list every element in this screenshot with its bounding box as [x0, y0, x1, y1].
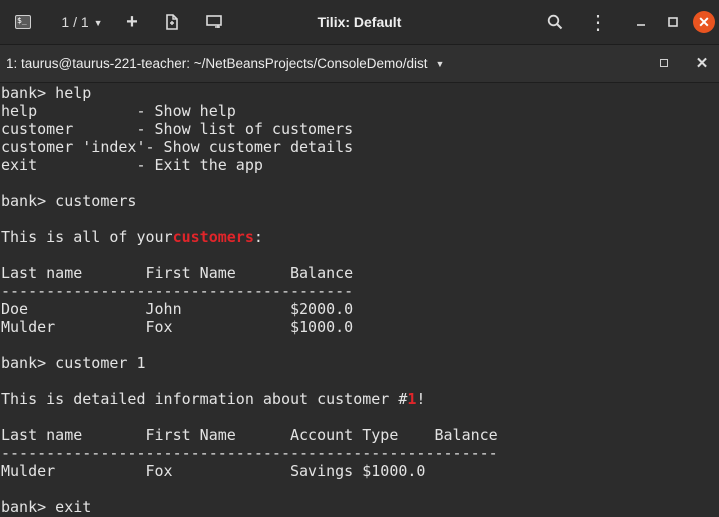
terminal-icon: $_: [15, 15, 31, 29]
terminal-text: exit - Exit the app: [1, 156, 263, 174]
terminal-line: ----------------------------------------…: [0, 444, 719, 462]
terminal-line: bank> help: [0, 84, 719, 102]
terminal-text: ---------------------------------------: [1, 282, 354, 300]
terminal-line: customer - Show list of customers: [0, 120, 719, 138]
terminal-text: This is detailed information about custo…: [1, 390, 408, 408]
terminal-text: bank> help: [1, 84, 92, 102]
terminal-line: Doe John $2000.0: [0, 300, 719, 318]
close-icon: ✕: [695, 55, 709, 72]
session-title-button[interactable]: 1: taurus@taurus-221-teacher: ~/NetBeans…: [6, 45, 444, 82]
close-window-button[interactable]: ✕: [693, 11, 715, 33]
terminal-line: bank> exit: [0, 498, 719, 516]
terminal-line: customer 'index'- Show customer details: [0, 138, 719, 156]
minimize-icon: [637, 24, 645, 26]
terminal-text: customer - Show list of customers: [1, 120, 354, 138]
session-bar: 1: taurus@taurus-221-teacher: ~/NetBeans…: [0, 45, 719, 83]
plus-icon: +: [126, 10, 138, 33]
terminal-line: exit - Exit the app: [0, 156, 719, 174]
new-window-button[interactable]: [160, 0, 184, 44]
terminal-line: ---------------------------------------: [0, 282, 719, 300]
find-button[interactable]: [542, 0, 568, 44]
terminal-text: ----------------------------------------…: [1, 444, 498, 462]
terminal-line: Mulder Fox $1000.0: [0, 318, 719, 336]
close-icon: ✕: [698, 13, 710, 30]
terminal-text: Last name First Name Balance: [1, 264, 354, 282]
terminal-text: bank> customer 1: [1, 354, 146, 372]
maximize-button[interactable]: [662, 0, 684, 44]
terminal-text: Doe John $2000.0: [1, 300, 354, 318]
minimize-button[interactable]: [630, 0, 652, 44]
chevron-down-icon: ▼: [435, 58, 445, 69]
maximize-icon: [668, 17, 678, 27]
terminal-text: !: [416, 390, 426, 408]
terminal-line: bank> customer 1: [0, 354, 719, 372]
terminal-text: :: [253, 228, 263, 246]
display-icon: [206, 15, 222, 28]
terminal-text: This is all of your: [1, 228, 173, 246]
terminal-line: Last name First Name Account Type Balanc…: [0, 426, 719, 444]
more-vertical-icon: ⋮: [588, 11, 608, 34]
sync-input-button[interactable]: [201, 0, 227, 44]
new-document-icon: [166, 14, 178, 30]
terminal-text: bank> exit: [1, 498, 92, 516]
highlighted-text: customers: [172, 228, 254, 246]
terminal-text: help - Show help: [1, 102, 236, 120]
terminal-text: Mulder Fox $1000.0: [1, 318, 354, 336]
terminal-line: Mulder Fox Savings $1000.0: [0, 462, 719, 480]
terminal-line: Last name First Name Balance: [0, 264, 719, 282]
session-switcher-button[interactable]: 1 / 1 ▼: [56, 0, 108, 44]
hamburger-menu-button[interactable]: ⋮: [586, 0, 610, 44]
terminal-text: Last name First Name Account Type Balanc…: [1, 426, 498, 444]
terminal-text: bank> customers: [1, 192, 137, 210]
terminal-line: This is detailed information about custo…: [0, 390, 719, 408]
terminal-line: help - Show help: [0, 102, 719, 120]
maximize-terminal-icon[interactable]: [660, 59, 668, 67]
session-count-label: 1 / 1: [61, 14, 89, 30]
title-bar: $_ 1 / 1 ▼ + Tilix: Default ⋮ ✕: [0, 0, 719, 45]
terminal-text: Mulder Fox Savings $1000.0: [1, 462, 426, 480]
terminal-text: customer 'index'- Show customer details: [1, 138, 354, 156]
add-session-button[interactable]: +: [121, 0, 143, 44]
search-icon: [547, 14, 563, 30]
terminal-app-icon[interactable]: $_: [8, 0, 38, 44]
chevron-down-icon: ▼: [93, 18, 103, 28]
terminal-output[interactable]: bank> help help - Show help customer - Sho…: [0, 84, 719, 517]
terminal-line: bank> customers: [0, 192, 719, 210]
session-title-label: 1: taurus@taurus-221-teacher: ~/NetBeans…: [6, 56, 428, 71]
close-terminal-button[interactable]: ✕: [692, 53, 712, 73]
terminal-line: This is all of yourcustomers:: [0, 228, 719, 246]
